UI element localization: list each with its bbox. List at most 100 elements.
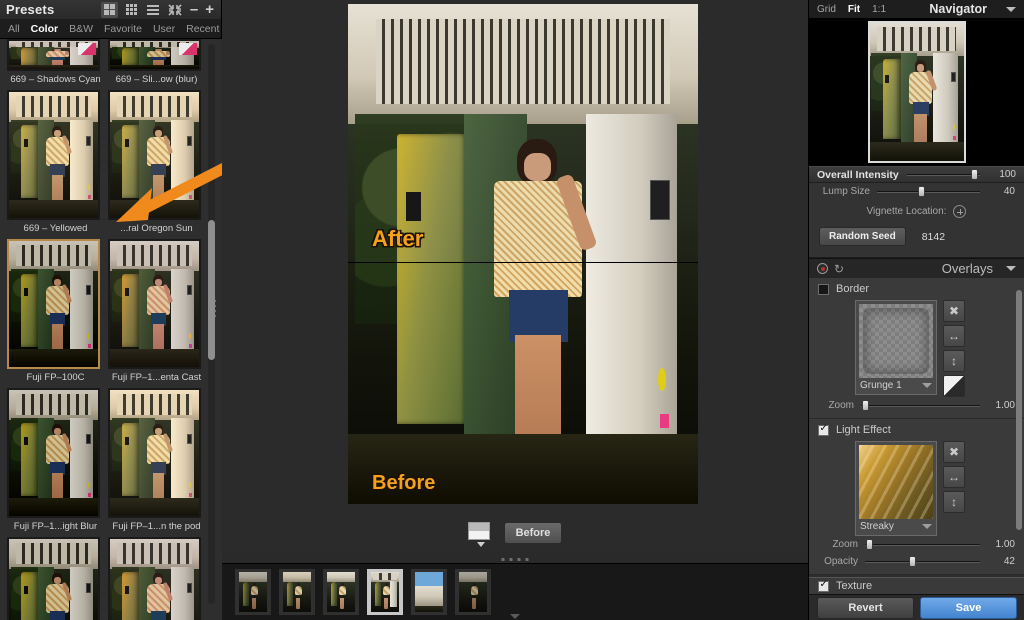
tab-favorite[interactable]: Favorite [104, 23, 142, 35]
main-photo[interactable]: After Before [348, 4, 698, 504]
overlays-header: ↻ Overlays [809, 258, 1024, 278]
filmstrip-thumb[interactable] [455, 569, 491, 615]
filmstrip-thumb[interactable] [323, 569, 359, 615]
preset-item[interactable]: 669 – Yellowed [7, 90, 104, 239]
tab-user[interactable]: User [153, 23, 175, 35]
preset-item[interactable]: Fuji FP–1...n the pod [108, 388, 205, 537]
filmstrip-thumb[interactable] [411, 569, 447, 615]
preset-thumbnail[interactable] [7, 388, 100, 518]
border-checkbox[interactable] [818, 283, 829, 295]
chevron-down-icon[interactable] [922, 524, 932, 529]
nav-mode-1to1[interactable]: 1:1 [872, 4, 886, 15]
collapse-icon[interactable] [167, 2, 184, 18]
preset-label: 669 – Yellowed [23, 223, 88, 234]
preset-label: ...ral Oregon Sun [120, 223, 193, 234]
revert-button[interactable]: Revert [817, 596, 914, 619]
preset-thumbnail[interactable] [7, 39, 100, 71]
list-icon[interactable] [145, 2, 162, 18]
right-panel-scrollbar[interactable] [1016, 290, 1022, 530]
tab-bw[interactable]: B&W [69, 23, 93, 35]
flip-vertical-icon[interactable]: ↕ [943, 350, 965, 372]
chevron-down-icon[interactable] [922, 383, 932, 388]
nav-mode-grid[interactable]: Grid [817, 4, 836, 15]
preset-item[interactable]: 669 – Sli...ow (blur) [108, 39, 205, 90]
invert-icon[interactable] [943, 375, 965, 397]
preset-thumbnail[interactable] [7, 239, 100, 369]
flip-vertical-icon[interactable]: ↕ [943, 491, 965, 513]
border-preview-image[interactable] [859, 304, 933, 378]
light-effect-preview-image[interactable] [859, 445, 933, 519]
overall-intensity-slider[interactable] [906, 169, 980, 180]
grid-small-icon[interactable] [123, 2, 140, 18]
presets-scrollbar-thumb[interactable] [208, 220, 215, 360]
preset-item[interactable]: Fuji FP–1...enta Cast [108, 239, 205, 388]
preset-thumbnail[interactable] [7, 537, 100, 620]
light-effect-zoom-slider[interactable] [865, 539, 980, 550]
before-toggle-button[interactable]: Before [503, 522, 563, 544]
texture-checkbox[interactable] [818, 579, 829, 592]
light-effect-preset-value: Streaky [860, 521, 894, 532]
preset-label: Fuji FP–100C [26, 372, 85, 383]
preset-thumbnail[interactable] [108, 239, 201, 369]
border-preset-dropdown[interactable]: Grunge 1 [859, 378, 933, 394]
light-effect-zoom-row: Zoom 1.00 [809, 536, 1024, 553]
light-effect-opacity-row: Opacity 42 [809, 553, 1024, 570]
filmstrip-thumb-selected[interactable] [367, 569, 403, 615]
flip-horizontal-icon[interactable]: ↔ [943, 325, 965, 347]
shuffle-icon[interactable]: ✖ [943, 300, 965, 322]
split-view-icon[interactable] [467, 522, 494, 547]
light-effect-preview-box[interactable]: Streaky [855, 441, 937, 536]
preset-item[interactable]: ...ral Oregon Sun [108, 90, 205, 239]
filmstrip-thumb[interactable] [279, 569, 315, 615]
tab-recent[interactable]: Recent [186, 23, 219, 35]
target-crosshair-icon[interactable] [953, 205, 967, 218]
preset-thumbnail[interactable] [7, 90, 100, 220]
random-seed-value: 8142 [921, 230, 946, 243]
preset-thumbnail[interactable] [108, 537, 201, 620]
tab-color[interactable]: Color [31, 23, 58, 35]
tab-all[interactable]: All [8, 23, 20, 35]
overall-intensity-value: 100 [999, 169, 1016, 180]
lump-size-slider[interactable] [877, 186, 980, 197]
chevron-down-icon[interactable] [1006, 6, 1016, 12]
random-seed-button[interactable]: Random Seed [819, 227, 906, 246]
grid-large-icon[interactable] [100, 1, 118, 18]
record-dot-icon[interactable] [817, 263, 828, 274]
chevron-down-icon[interactable] [1006, 266, 1016, 271]
preset-swatch-icon [78, 43, 96, 55]
preset-item[interactable]: Fuji FP–1...ight Blur [7, 388, 104, 537]
border-preview-box[interactable]: Grunge 1 [855, 300, 937, 395]
preset-item-selected[interactable]: Fuji FP–100C [7, 239, 104, 388]
preset-thumbnail[interactable] [108, 90, 201, 220]
light-effect-button-group: ✖ ↔ ↕ [943, 441, 965, 513]
border-zoom-slider[interactable] [861, 400, 980, 411]
navigator-thumbnail[interactable] [867, 21, 966, 163]
panel-resize-handle[interactable] [214, 300, 216, 317]
flip-horizontal-icon[interactable]: ↔ [943, 466, 965, 488]
light-effect-opacity-slider[interactable] [865, 556, 980, 567]
texture-label: Texture [836, 580, 873, 592]
preset-thumbnail[interactable] [108, 39, 201, 71]
shuffle-icon[interactable]: ✖ [943, 441, 965, 463]
before-after-divider[interactable] [348, 262, 698, 263]
filmstrip-row [222, 564, 808, 615]
preset-thumbnail[interactable] [108, 388, 201, 518]
light-effect-preset-dropdown[interactable]: Streaky [859, 519, 933, 535]
refresh-icon[interactable]: ↻ [834, 263, 844, 275]
filmstrip-resize-handle[interactable] [501, 558, 529, 561]
save-button[interactable]: Save [920, 596, 1017, 619]
nav-mode-fit[interactable]: Fit [848, 4, 860, 15]
filmstrip-collapse-icon[interactable] [510, 614, 520, 619]
vignette-location-row: Vignette Location: [809, 200, 1024, 223]
preset-item[interactable] [7, 537, 104, 620]
light-effect-checkbox[interactable] [818, 423, 829, 436]
page-title: Presets [6, 2, 55, 17]
navigator-preview[interactable] [809, 18, 1024, 166]
filmstrip-thumb[interactable] [235, 569, 271, 615]
presets-panel: Presets – + All Color B&W Favorite User … [0, 0, 286, 620]
preset-item[interactable]: 669 – Shadows Cyan [7, 39, 104, 90]
zoom-in-button[interactable]: + [204, 2, 215, 17]
preset-item[interactable] [108, 537, 205, 620]
zoom-out-button[interactable]: – [189, 2, 199, 17]
preset-label: 669 – Sli...ow (blur) [115, 74, 198, 85]
